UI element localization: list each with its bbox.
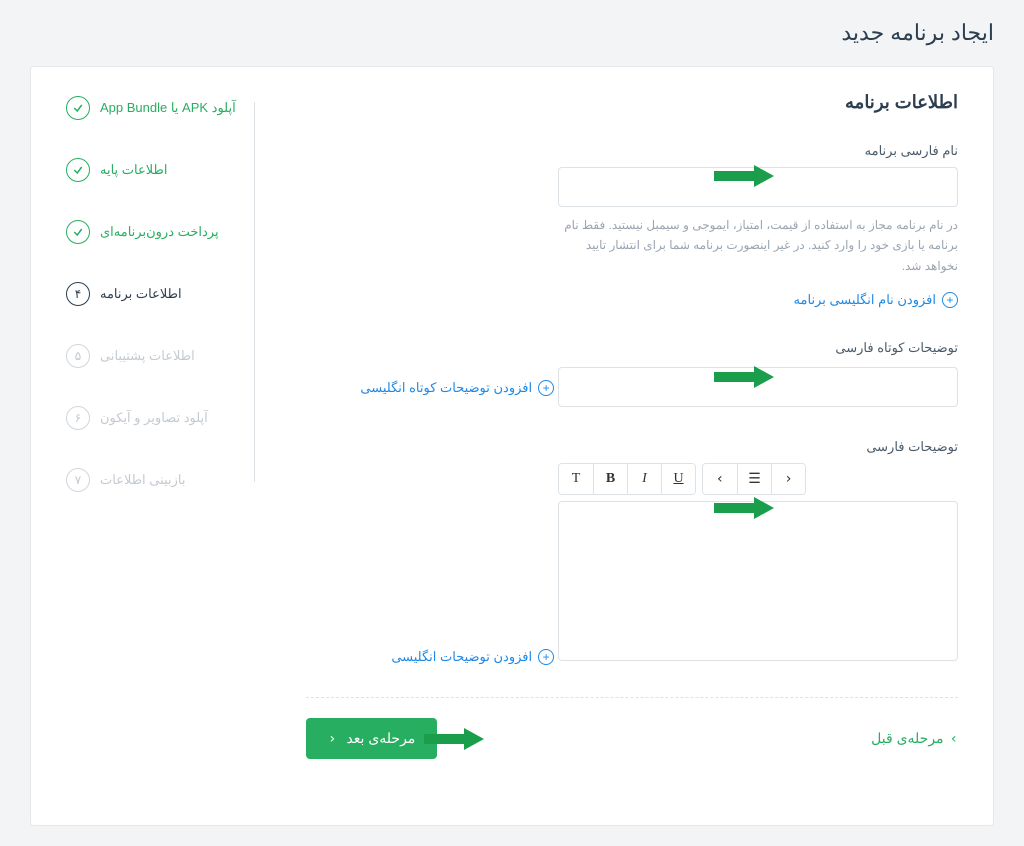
chevron-right-icon: ›: [716, 471, 724, 487]
toolbar-indent-btn[interactable]: ›: [703, 464, 737, 494]
page-title: ایجاد برنامه جدید: [30, 20, 994, 46]
label-short-desc: توضیحات کوتاه فارسی: [306, 340, 958, 356]
input-short-desc[interactable]: [558, 367, 958, 407]
divider: [306, 697, 958, 698]
chevron-left-icon: ‹: [784, 471, 792, 487]
check-icon: [66, 96, 90, 120]
check-icon: [66, 158, 90, 182]
plus-icon: +: [538, 380, 554, 396]
step-label: اطلاعات پایه: [100, 162, 266, 178]
footer-nav: › مرحله‌ی قبل مرحله‌ی بعد ‹: [306, 718, 958, 759]
input-persian-name[interactable]: [558, 167, 958, 207]
check-icon: [66, 220, 90, 244]
step-3[interactable]: پرداخت درون‌برنامه‌ای: [66, 220, 266, 244]
field-short-desc: توضیحات کوتاه فارسی + افزودن توضیحات کوت…: [306, 340, 958, 407]
field-long-desc: توضیحات فارسی ‹ ☰ › U I B T: [306, 439, 958, 665]
toolbar-underline-btn[interactable]: U: [661, 464, 695, 494]
next-step-text: مرحله‌ی بعد: [346, 730, 415, 747]
step-1[interactable]: آپلود APK یا App Bundle: [66, 96, 266, 120]
label-long-desc: توضیحات فارسی: [306, 439, 958, 455]
helper-persian-name: در نام برنامه مجاز به استفاده از قیمت، ا…: [558, 215, 958, 276]
step-number: ۶: [66, 406, 90, 430]
section-title: اطلاعات برنامه: [306, 92, 958, 113]
step-number: ۵: [66, 344, 90, 368]
add-english-name-text: افزودن نام انگلیسی برنامه: [794, 292, 936, 308]
step-4[interactable]: اطلاعات برنامه ۴: [66, 282, 266, 306]
prev-step-text: مرحله‌ی قبل: [871, 730, 943, 747]
step-6[interactable]: آپلود تصاویر و آیکون ۶: [66, 406, 266, 430]
next-step-button[interactable]: مرحله‌ی بعد ‹: [306, 718, 437, 759]
add-english-short-desc-text: افزودن توضیحات کوتاه انگلیسی: [360, 380, 532, 396]
plus-icon: +: [942, 292, 958, 308]
editor-toolbar: ‹ ☰ › U I B T: [558, 463, 958, 495]
chevron-left-icon: ‹: [328, 731, 336, 747]
add-english-long-desc-link[interactable]: + افزودن توضیحات انگلیسی: [391, 649, 554, 665]
toolbar-italic-btn[interactable]: I: [627, 464, 661, 494]
add-english-short-desc-link[interactable]: + افزودن توضیحات کوتاه انگلیسی: [360, 380, 554, 396]
toolbar-bold-btn[interactable]: B: [593, 464, 627, 494]
prev-step-link[interactable]: › مرحله‌ی قبل: [871, 730, 958, 747]
form-card: اطلاعات برنامه نام فارسی برنامه در نام ب…: [30, 66, 994, 826]
step-label: پرداخت درون‌برنامه‌ای: [100, 224, 266, 240]
step-number: ۷: [66, 468, 90, 492]
step-label: آپلود APK یا App Bundle: [100, 100, 266, 116]
step-label: بازبینی اطلاعات: [100, 472, 266, 488]
step-label: اطلاعات پشتیبانی: [100, 348, 266, 364]
textarea-long-desc[interactable]: [558, 501, 958, 661]
step-5[interactable]: اطلاعات پشتیبانی ۵: [66, 344, 266, 368]
chevron-right-icon: ›: [950, 731, 958, 747]
stepper: آپلود APK یا App Bundle اطلاعات پایه پرداخ…: [66, 92, 266, 492]
step-label: اطلاعات برنامه: [100, 286, 266, 302]
toolbar-outdent-btn[interactable]: ‹: [771, 464, 805, 494]
plus-icon: +: [538, 649, 554, 665]
add-english-long-desc-text: افزودن توضیحات انگلیسی: [391, 649, 532, 665]
step-2[interactable]: اطلاعات پایه: [66, 158, 266, 182]
label-persian-name: نام فارسی برنامه: [306, 143, 958, 159]
add-english-name-link[interactable]: + افزودن نام انگلیسی برنامه: [794, 292, 958, 308]
toolbar-text-btn[interactable]: T: [559, 464, 593, 494]
list-icon: ☰: [748, 471, 761, 488]
step-7[interactable]: بازبینی اطلاعات ۷: [66, 468, 266, 492]
step-label: آپلود تصاویر و آیکون: [100, 410, 266, 426]
toolbar-list-btn[interactable]: ☰: [737, 464, 771, 494]
field-persian-name: نام فارسی برنامه در نام برنامه مجاز به ا…: [306, 143, 958, 308]
step-number: ۴: [66, 282, 90, 306]
